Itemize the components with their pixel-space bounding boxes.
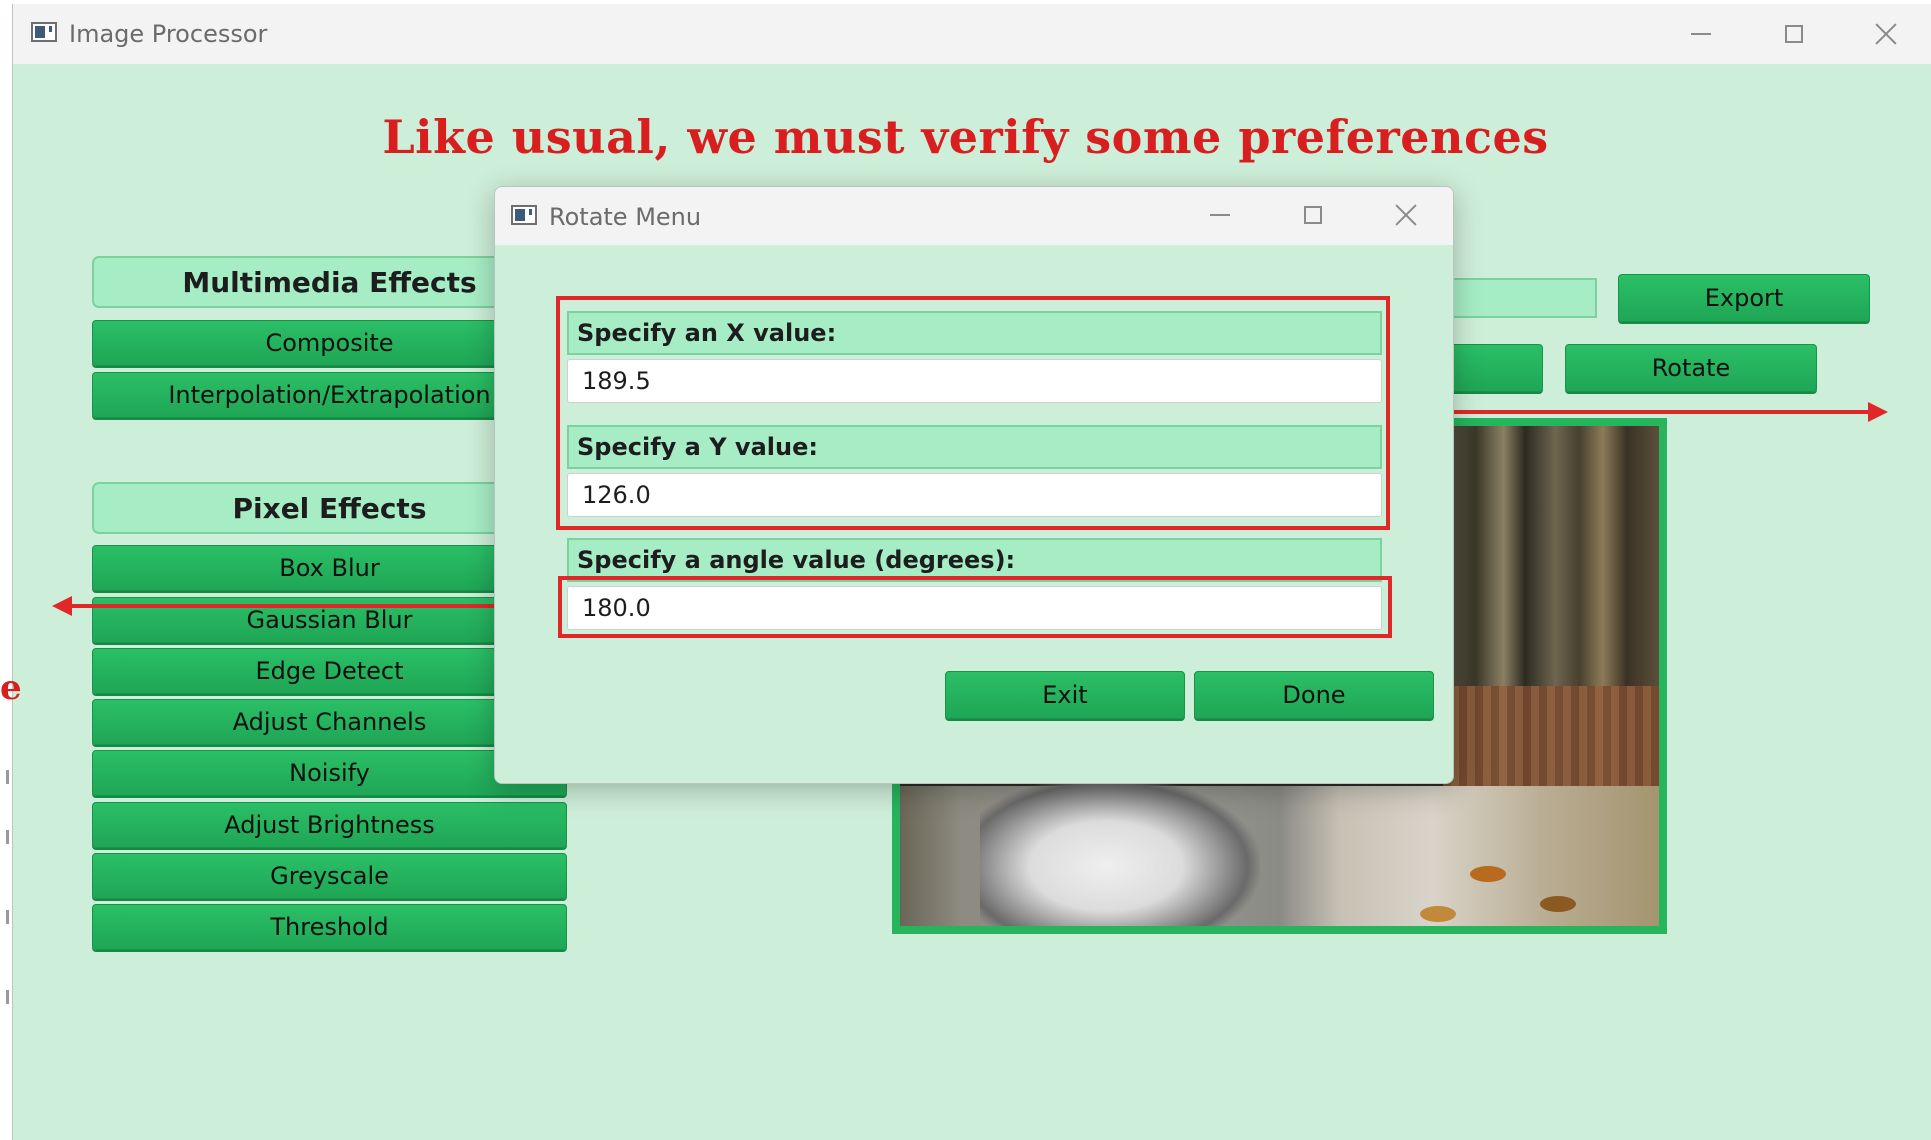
- dialog-maximize-button[interactable]: [1290, 195, 1336, 235]
- done-button[interactable]: Done: [1194, 671, 1434, 719]
- dog-subject: [980, 776, 1260, 926]
- export-button[interactable]: Export: [1618, 274, 1870, 322]
- dialog-close-button[interactable]: [1383, 195, 1429, 235]
- close-button[interactable]: [1863, 14, 1909, 54]
- dialog-title: Rotate Menu: [549, 203, 702, 231]
- rotate-button[interactable]: Rotate: [1565, 344, 1817, 392]
- rotate-menu-dialog: Rotate Menu Specify an X value: 189.5 Sp…: [494, 186, 1454, 784]
- main-titlebar: Image Processor: [13, 4, 1931, 64]
- xy-highlight-box: [556, 296, 1390, 530]
- close-icon: [1875, 23, 1897, 45]
- margin-mark: [6, 770, 9, 784]
- maximize-icon: [1304, 206, 1322, 224]
- margin-mark: [6, 910, 9, 924]
- annotation-headline: Like usual, we must verify some preferen…: [382, 110, 1549, 164]
- annotation-arrow-right: [1386, 410, 1872, 414]
- dialog-titlebar: Rotate Menu: [495, 187, 1453, 245]
- minimize-button[interactable]: [1678, 14, 1724, 54]
- leaf-detail: [1540, 896, 1576, 912]
- angle-highlight-box: [558, 576, 1392, 638]
- maximize-icon: [1785, 25, 1803, 43]
- minimize-icon: [1210, 214, 1230, 216]
- adjust-brightness-button[interactable]: Adjust Brightness: [92, 802, 567, 848]
- close-icon: [1395, 204, 1417, 226]
- threshold-button[interactable]: Threshold: [92, 904, 567, 950]
- fence-area: [1443, 686, 1659, 786]
- minimize-icon: [1691, 33, 1711, 35]
- app-window-icon: [31, 22, 57, 42]
- annotation-arrowhead-left: [52, 596, 72, 616]
- greyscale-button[interactable]: Greyscale: [92, 853, 567, 899]
- annotation-edge-letter: e: [0, 668, 22, 708]
- annotation-arrowhead-right: [1868, 402, 1888, 422]
- margin-mark: [6, 990, 9, 1004]
- annotation-arrow-left: [72, 604, 562, 608]
- leaf-detail: [1470, 866, 1506, 882]
- dialog-minimize-button[interactable]: [1197, 195, 1243, 235]
- leaf-detail: [1420, 906, 1456, 922]
- maximize-button[interactable]: [1771, 14, 1817, 54]
- exit-button[interactable]: Exit: [945, 671, 1185, 719]
- dialog-window-icon: [511, 205, 537, 225]
- window-title: Image Processor: [69, 20, 268, 48]
- margin-mark: [6, 830, 9, 844]
